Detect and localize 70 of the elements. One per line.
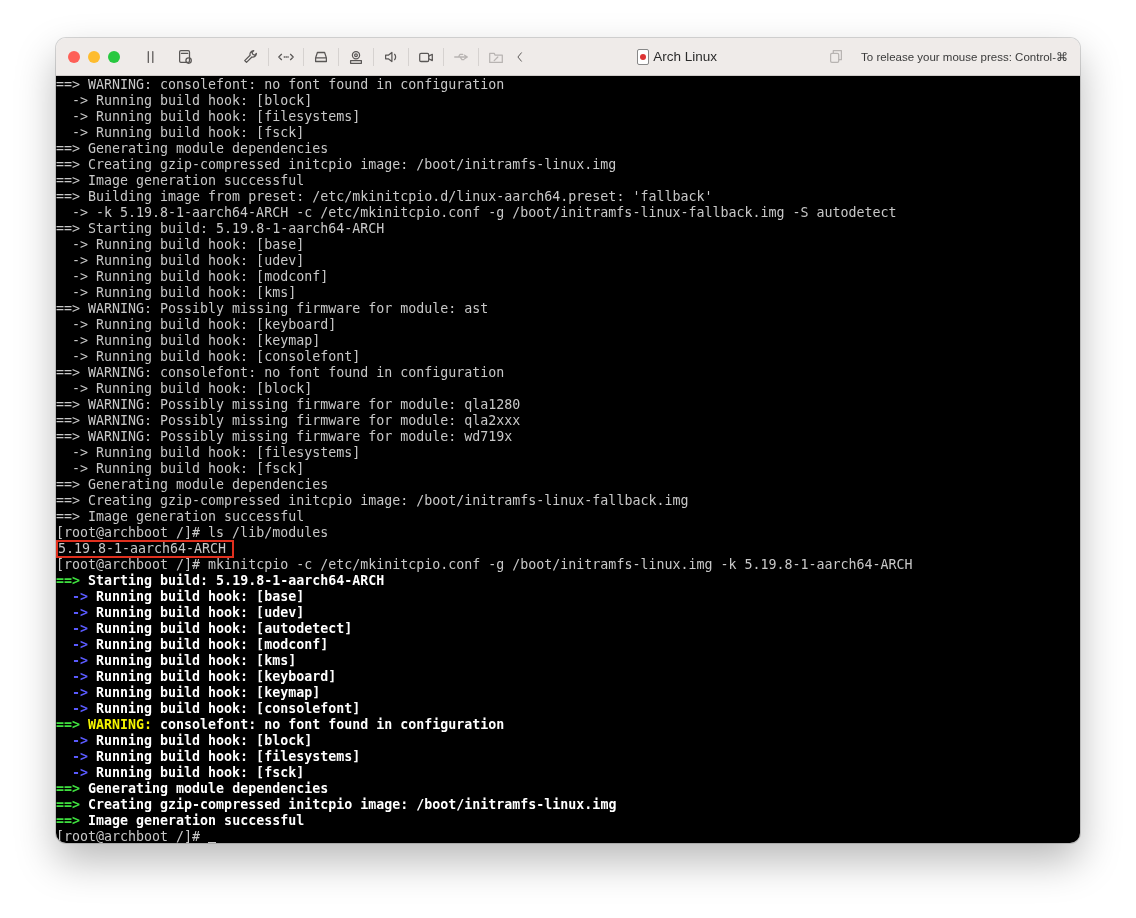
terminal-line: ==> Image generation successful: [56, 509, 305, 525]
warning-label: WARNING:: [88, 717, 153, 733]
terminal-line: Running build hook: [modconf]: [96, 637, 329, 653]
screen-gear-icon[interactable]: [176, 47, 194, 66]
terminal-line: ==> WARNING: Possibly missing firmware for module: qla2xxx: [56, 413, 521, 429]
terminal-line: ==> WARNING: Possibly missing firmware for module: wd719x: [56, 429, 513, 445]
terminal-line: -> Running build hook: [block]: [72, 93, 313, 109]
terminal-line: Starting build: 5.19.8-1-aarch64-ARCH: [88, 573, 385, 589]
terminal-line: [root@archboot /]# ls /lib/modules: [56, 525, 329, 541]
terminal-line: Running build hook: [fsck]: [96, 765, 305, 781]
terminal-line: Creating gzip-compressed initcpio image: /boot/initramfs-linux.img: [88, 797, 617, 813]
close-button[interactable]: [68, 50, 80, 63]
shell-prompt: [root@archboot /]#: [56, 829, 201, 843]
terminal-line: -> Running build hook: [consolefont]: [72, 349, 361, 365]
app-document-icon: [637, 48, 650, 65]
release-mouse-hint: To release your mouse press: Control-⌘: [861, 49, 1068, 64]
terminal-line: ==> WARNING: Possibly missing firmware for module: qla1280: [56, 397, 521, 413]
terminal-line: ==> Building image from preset: /etc/mkinitcpio.d/linux-aarch64.preset: 'fallback': [56, 189, 713, 205]
terminal-line: -> Running build hook: [filesystems]: [72, 445, 361, 461]
arrow-prefix: ==>: [56, 781, 81, 797]
terminal-line: [root@archboot /]# mkinitcpio -c /etc/mkinitcpio.conf -g /boot/initramfs-linux.img -k 5.19.8-1-aarch64-ARCH: [56, 557, 913, 573]
terminal-line: ==> WARNING: consolefont: no font found in configuration: [56, 365, 505, 381]
terminal-line: Running build hook: [keyboard]: [96, 669, 337, 685]
arrow-prefix: ==>: [56, 813, 81, 829]
terminal-line: Running build hook: [kms]: [96, 653, 297, 669]
arrow-prefix: ->: [72, 765, 88, 781]
terminal-line: Running build hook: [filesystems]: [96, 749, 361, 765]
terminal-line: -> Running build hook: [block]: [72, 381, 313, 397]
terminal-line: Running build hook: [udev]: [96, 605, 305, 621]
terminal-line: Running build hook: [consolefont]: [96, 701, 361, 717]
arrow-prefix: ->: [72, 733, 88, 749]
terminal-line: ==> Generating module dependencies: [56, 477, 329, 493]
arrow-prefix: ->: [72, 749, 88, 765]
terminal-line: -> Running build hook: [keymap]: [72, 333, 321, 349]
terminal-line: ==> WARNING: Possibly missing firmware for module: ast: [56, 301, 489, 317]
terminal-line: -> Running build hook: [filesystems]: [72, 109, 361, 125]
terminal-line: -> Running build hook: [keyboard]: [72, 317, 337, 333]
arrow-prefix: ==>: [56, 797, 81, 813]
terminal-line: Image generation successful: [88, 813, 305, 829]
arrow-prefix: ->: [72, 621, 88, 637]
terminal-line: Running build hook: [base]: [96, 589, 305, 605]
terminal-line: Running build hook: [block]: [96, 733, 313, 749]
terminal-line: ==> Creating gzip-compressed initcpio image: /boot/initramfs-linux-fallback.img: [56, 493, 689, 509]
terminal-line: Generating module dependencies: [88, 781, 329, 797]
terminal-line: ==> Image generation successful: [56, 173, 305, 189]
terminal-line: ==> Starting build: 5.19.8-1-aarch64-ARCH: [56, 221, 385, 237]
terminal-line: Running build hook: [autodetect]: [96, 621, 353, 637]
arrow-prefix: ->: [72, 685, 88, 701]
terminal-line: -> Running build hook: [base]: [72, 237, 305, 253]
terminal-line: -> Running build hook: [kms]: [72, 285, 297, 301]
terminal-line: -> Running build hook: [udev]: [72, 253, 305, 269]
arrow-prefix: ->: [72, 637, 88, 653]
terminal-line: ==> WARNING: consolefont: no font found in configuration: [56, 77, 505, 93]
terminal-line: ==> Generating module dependencies: [56, 141, 329, 157]
terminal-line: -> Running build hook: [fsck]: [72, 461, 305, 477]
terminal-line: -> Running build hook: [modconf]: [72, 269, 329, 285]
terminal-line: Running build hook: [keymap]: [96, 685, 321, 701]
arrow-prefix: ->: [72, 605, 88, 621]
arrow-prefix: ==>: [56, 573, 81, 589]
terminal-line: -> Running build hook: [fsck]: [72, 125, 305, 141]
window-title: Arch Linux: [653, 49, 717, 64]
wrench-icon[interactable]: [242, 47, 260, 66]
terminal-line: -> -k 5.19.8-1-aarch64-ARCH -c /etc/mkinitcpio.conf -g /boot/initramfs-linux-fallback.img -S autodetect: [72, 205, 897, 221]
terminal-line: consolefont: no font found in configuration: [160, 717, 505, 733]
terminal-line: ==> Creating gzip-compressed initcpio image: /boot/initramfs-linux.img: [56, 157, 617, 173]
arrow-prefix: ==>: [56, 717, 81, 733]
arrow-prefix: ->: [72, 669, 88, 685]
arrow-prefix: ->: [72, 653, 88, 669]
arrow-prefix: ->: [72, 701, 88, 717]
arrow-prefix: ->: [72, 589, 88, 605]
